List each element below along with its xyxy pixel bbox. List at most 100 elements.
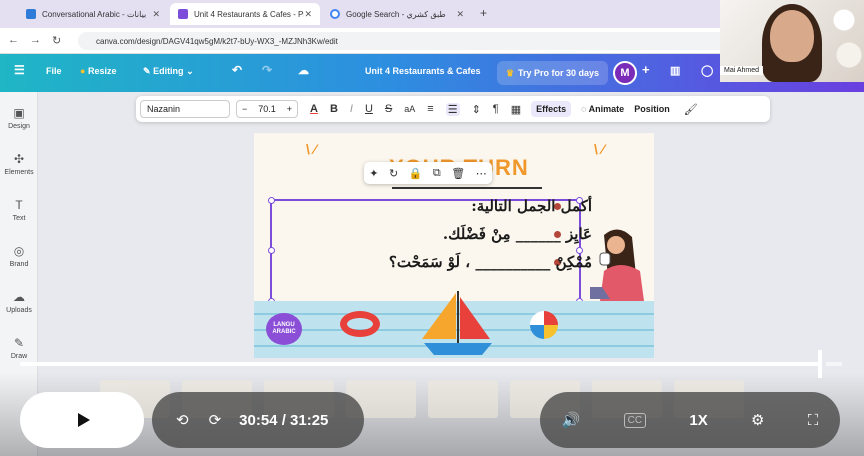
back-icon[interactable]: ← <box>8 34 19 46</box>
captions-icon[interactable]: CC <box>623 412 647 428</box>
playback-controls: ⟲ ⟳ 30:54 / 31:25 <box>152 392 364 448</box>
add-collaborator-icon[interactable]: + <box>642 62 650 77</box>
flowers-decoration <box>824 0 864 82</box>
animate-button[interactable]: ◌ Animate <box>581 104 624 114</box>
sidebar-item-label: Uploads <box>6 307 32 314</box>
position-button[interactable]: Position <box>634 104 670 114</box>
fullscreen-icon[interactable]: ⛶ <box>808 412 819 429</box>
font-family-select[interactable]: Nazanin <box>140 100 230 118</box>
resize-handle[interactable] <box>268 247 275 254</box>
video-progress-bar[interactable] <box>20 362 820 366</box>
rotate-icon[interactable]: ↻ <box>389 167 398 180</box>
page-thumbnail[interactable] <box>428 380 498 418</box>
align-center-icon[interactable]: ≡ <box>427 103 433 115</box>
brand-icon: ◎ <box>13 244 25 258</box>
list-icon[interactable]: ☰ <box>445 102 460 116</box>
exercise-sentence-1[interactable]: عَايِز ______ مِنْ فَضْلَك. <box>443 225 592 243</box>
transparency-icon[interactable]: ▦ <box>511 103 521 116</box>
analytics-icon[interactable]: ▥ <box>670 64 680 77</box>
settings-gear-icon[interactable]: ⚙ <box>751 411 764 429</box>
pen-icon: ✎ <box>13 336 25 350</box>
tab-google-search[interactable]: Google Search - طبق كشري ✕ <box>322 3 472 25</box>
url-field[interactable]: canva.com/design/DAGV41qw5gM/k2t7-bUy-WX… <box>78 32 728 50</box>
font-family-value: Nazanin <box>147 104 181 114</box>
redo-icon[interactable]: ↷ <box>262 63 272 77</box>
cloud-save-icon[interactable]: ☁ <box>298 64 309 77</box>
exercise-instruction[interactable]: أكمل الجمل التالية: <box>471 197 592 215</box>
sparkle-right-icon: \ ⁄ <box>594 141 605 157</box>
resize-handle[interactable] <box>268 197 275 204</box>
rewind-10-icon[interactable]: ⟲ <box>176 411 189 429</box>
sidebar-item-text[interactable]: T Text <box>0 198 38 222</box>
video-progress-remaining[interactable] <box>826 362 842 366</box>
new-tab-icon[interactable]: + <box>480 6 487 20</box>
tab-label: Conversational Arabic - بيانات <box>42 9 147 19</box>
girl-with-laptop-illustration[interactable] <box>590 225 648 305</box>
text-color-icon[interactable]: A <box>310 103 318 115</box>
close-tab-icon[interactable]: ✕ <box>456 9 464 20</box>
google-icon <box>330 9 340 19</box>
copy-style-icon[interactable]: 🖌 <box>684 103 698 116</box>
globe-icon <box>26 9 36 19</box>
font-size-stepper[interactable]: − 70.1 + <box>236 100 298 118</box>
tab-unit4-restaurants[interactable]: Unit 4 Restaurants & Cafes - Pr ✕ <box>170 3 320 25</box>
forward-icon[interactable]: → <box>30 34 41 46</box>
sidebar-item-brand[interactable]: ◎ Brand <box>0 244 38 268</box>
pencil-icon: ✎ <box>143 66 151 76</box>
comment-icon[interactable]: ◯ <box>701 64 713 77</box>
spacing-icon[interactable]: ⇕ <box>472 103 481 116</box>
sidebar-item-label: Text <box>12 215 26 222</box>
file-menu[interactable]: File <box>46 66 62 76</box>
webcam-name-tag: Mai Ahmed <box>720 66 764 75</box>
resize-button[interactable]: ● Resize <box>80 66 116 76</box>
lock-icon[interactable]: 🔒 <box>409 167 423 180</box>
avatar[interactable]: M <box>613 61 637 85</box>
sidebar-item-elements[interactable]: ✣ Elements <box>0 152 38 176</box>
design-title[interactable]: Unit 4 Restaurants & Cafes <box>365 66 481 76</box>
italic-icon[interactable]: I <box>350 103 353 115</box>
try-pro-button[interactable]: ♛ Try Pro for 30 days <box>497 61 608 85</box>
letter-case-icon[interactable]: aA <box>404 104 415 114</box>
text-icon: T <box>15 198 23 212</box>
underline-icon[interactable]: U <box>365 103 373 115</box>
tab-conversational-arabic[interactable]: Conversational Arabic - بيانات ✕ <box>18 3 168 25</box>
bold-icon[interactable]: B <box>330 103 338 115</box>
animate-label: Animate <box>588 104 625 114</box>
increase-size-icon[interactable]: + <box>287 104 292 114</box>
paragraph-direction-icon[interactable]: ¶ <box>493 103 499 115</box>
more-icon[interactable]: ⋯ <box>476 167 487 180</box>
sailboat-illustration[interactable] <box>416 291 498 358</box>
undo-icon[interactable]: ↶ <box>232 63 242 77</box>
tab-label: Google Search - طبق كشري <box>346 9 446 19</box>
life-ring-illustration[interactable] <box>340 311 380 337</box>
forward-10-icon[interactable]: ⟳ <box>209 411 222 429</box>
shapes-icon: ✣ <box>13 152 25 166</box>
magic-edit-icon[interactable]: ✦ <box>369 167 378 180</box>
delete-icon[interactable]: 🗑 <box>451 167 465 180</box>
reload-icon[interactable]: ↻ <box>52 34 61 47</box>
player-options: 🔊 CC 1X ⚙ ⛶ <box>540 392 840 448</box>
close-tab-icon[interactable]: ✕ <box>152 9 160 20</box>
volume-icon[interactable]: 🔊 <box>562 411 581 429</box>
effects-button[interactable]: Effects <box>531 101 572 117</box>
cloud-upload-icon: ☁ <box>13 290 25 304</box>
strikethrough-icon[interactable]: S <box>385 103 392 115</box>
duplicate-icon[interactable]: ⧉ <box>433 167 441 180</box>
editing-mode-button[interactable]: ✎ Editing ⌄ <box>143 66 194 77</box>
scrubber-handle[interactable] <box>818 350 822 378</box>
title-underline <box>392 187 542 189</box>
playback-speed-button[interactable]: 1X <box>689 412 707 429</box>
play-button[interactable] <box>20 392 144 448</box>
url-text: canva.com/design/DAGV41qw5gM/k2t7-bUy-WX… <box>96 36 338 46</box>
decrease-size-icon[interactable]: − <box>242 104 247 114</box>
sidebar-item-design[interactable]: ▣ Design <box>0 106 38 130</box>
try-pro-label: Try Pro for 30 days <box>518 68 600 78</box>
exercise-sentence-2[interactable]: مُمْكِنْ __________ ، لَوْ سَمَحْت؟ <box>389 253 592 271</box>
menu-icon[interactable]: ☰ <box>14 63 25 77</box>
sidebar-item-label: Elements <box>4 169 34 176</box>
sidebar-item-draw[interactable]: ✎ Draw <box>0 336 38 360</box>
beach-ball-illustration[interactable] <box>530 311 558 339</box>
close-tab-icon[interactable]: ✕ <box>304 9 312 20</box>
sidebar-item-uploads[interactable]: ☁ Uploads <box>0 290 38 314</box>
animate-icon: ◌ <box>581 104 587 114</box>
